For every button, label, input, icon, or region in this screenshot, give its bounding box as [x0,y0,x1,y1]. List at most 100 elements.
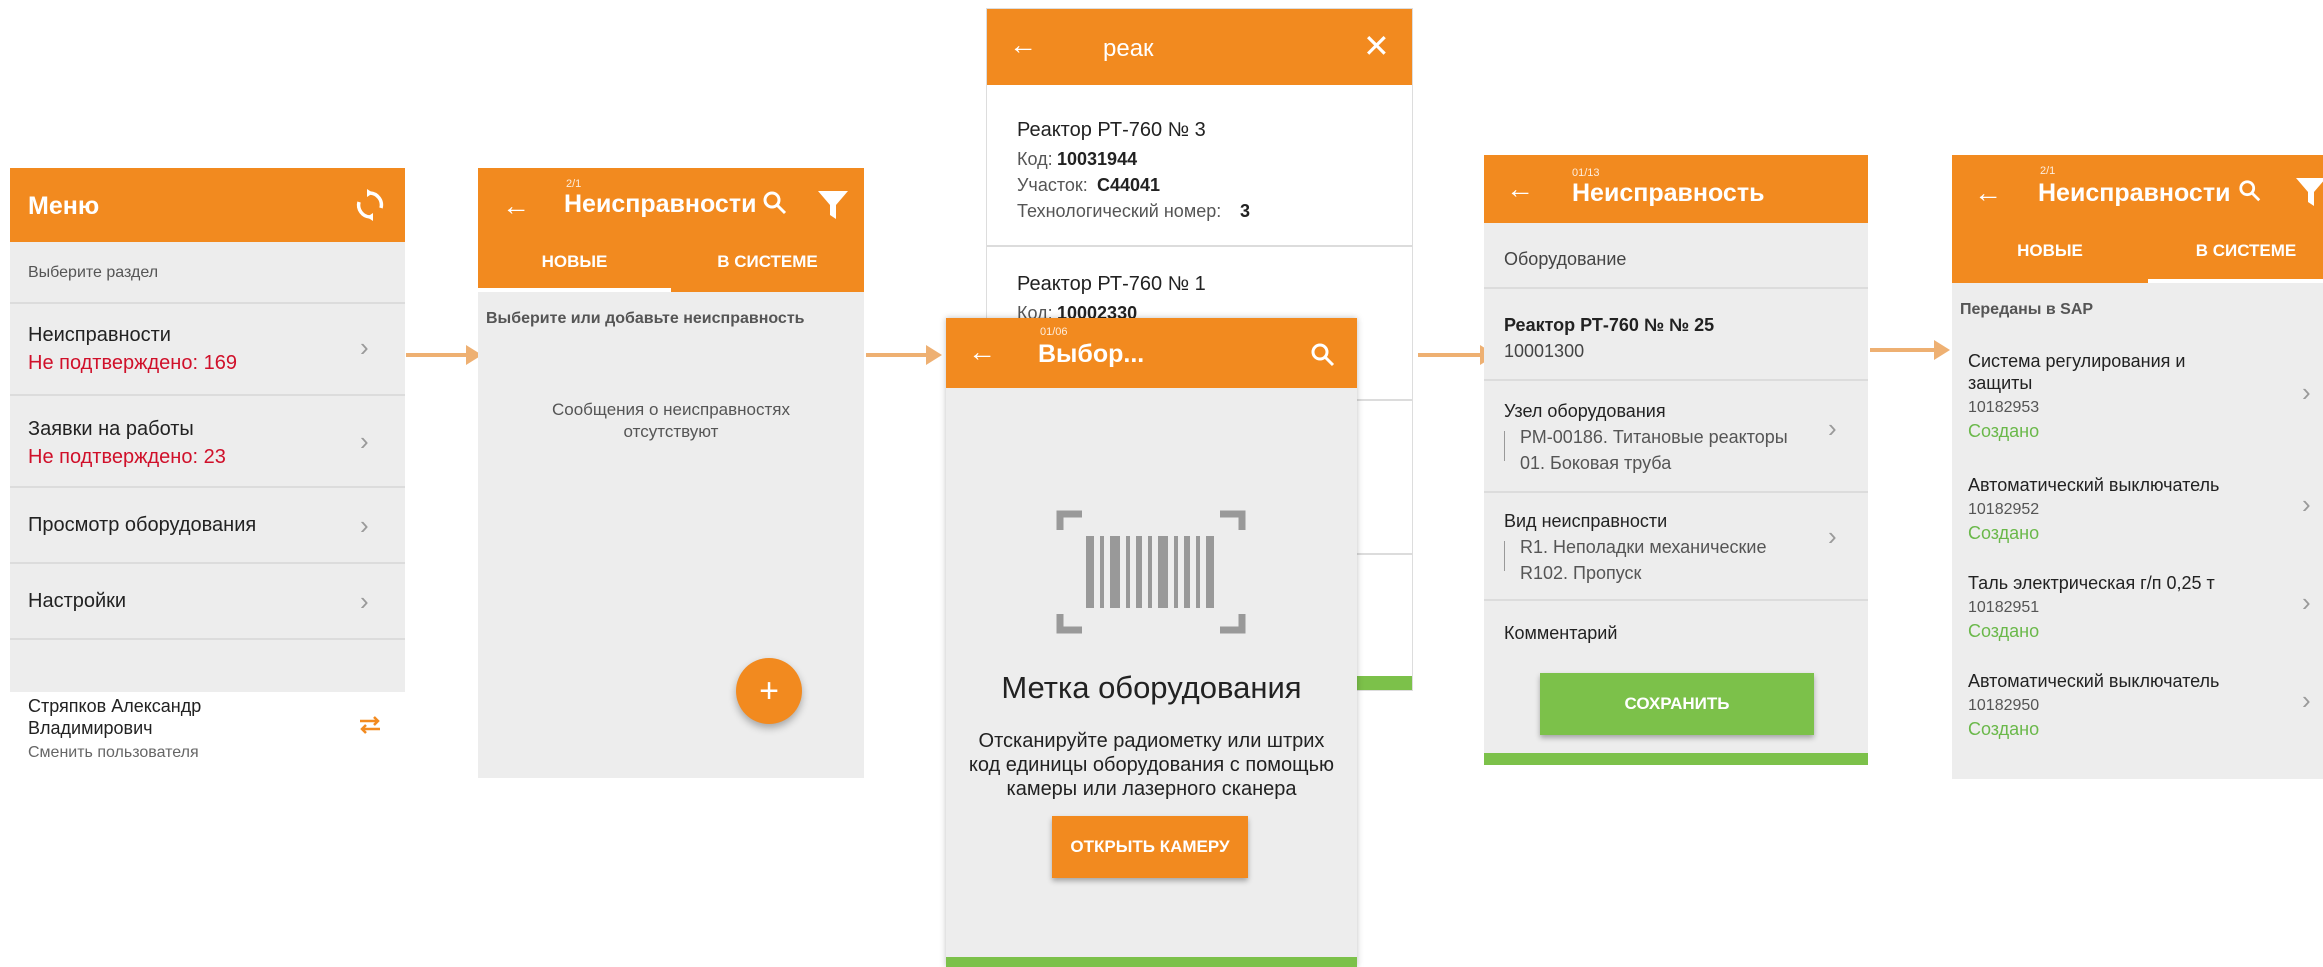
menu-item-label: Просмотр оборудования [28,514,257,536]
item-code: 10182950 [1968,697,2040,714]
equipment-tag-screen: ← 01/06 Выбор... Метка оборудования Отск… [946,318,1357,967]
faults-tabs: НОВЫЕ В СИСТЕМЕ [1952,219,2323,283]
tab-in-system[interactable]: В СИСТЕМЕ [671,232,864,292]
fault-list-item[interactable]: Автоматический выключатель 10182952 Созд… [1952,475,2323,565]
fault-path: R1. Неполадки механические [1520,537,1767,557]
tab-in-system[interactable]: В СИСТЕМЕ [2148,219,2323,283]
tag-heading: Метка оборудования [1001,670,1302,705]
fault-title: Неисправность [1572,179,1765,207]
result-code-label: Код: [1017,149,1053,169]
menu-app-bar: Меню [10,168,405,242]
empty-state-line: Сообщения о неисправностях [552,400,790,419]
item-code: 10182952 [1968,501,2040,518]
back-arrow-icon[interactable]: ← [1009,29,1037,61]
item-status: Создано [1968,719,2040,739]
node-path: 01. Боковая труба [1520,453,1672,473]
menu-item-equipment[interactable]: Просмотр оборудования › [10,488,405,564]
equipment-block: Реактор РТ-760 № № 25 10001300 [1484,289,1868,381]
search-icon[interactable] [1310,342,1336,368]
fault-detail-screen: ← 01/13 Неисправность Оборудование Реакт… [1484,155,1868,765]
search-result-item[interactable]: Реактор РТ-760 № 3 Код: 10031944 Участок… [987,85,1412,247]
result-code: 10031944 [1057,149,1138,169]
field-label: Узел оборудования [1504,401,1666,421]
comment-label[interactable]: Комментарий [1504,623,1617,644]
fault-app-bar: ← 01/13 Неисправность [1484,155,1868,223]
menu-item-label: Заявки на работы [28,418,194,440]
counter: 01/13 [1572,167,1600,179]
sync-icon[interactable] [354,188,386,222]
menu-list: Выберите раздел Неисправности Не подтвер… [10,242,405,714]
menu-item-work-orders[interactable]: Заявки на работы Не подтверждено: 23 › [10,396,405,488]
counter: 2/1 [566,178,582,190]
search-input[interactable]: реак [1103,35,1154,63]
section-label: Оборудование [1504,249,1627,269]
tab-new[interactable]: НОВЫЕ [1952,219,2148,283]
faults-title: Неисправности [564,190,757,218]
switch-user-link[interactable]: Сменить пользователя [28,744,199,762]
chevron-right-icon: › [1828,413,1837,443]
result-tech: 3 [1240,201,1251,221]
hierarchy-icon [1504,541,1510,571]
filter-icon[interactable] [816,188,850,222]
back-arrow-icon[interactable]: ← [1506,173,1534,205]
section-label: Переданы в SAP [1960,301,2094,318]
bottom-strip [1484,753,1868,765]
item-status: Создано [1968,621,2040,641]
fault-list-item[interactable]: Автоматический выключатель 10182950 Созд… [1952,671,2323,761]
fault-list-item[interactable]: Система регулирования и защиты 10182953 … [1952,351,2323,463]
flow-arrow [1870,340,1950,360]
node-path: РМ-00186. Титановые реакторы [1520,427,1788,447]
item-status: Создано [1968,421,2040,441]
chevron-right-icon: › [2302,587,2311,617]
equipment-node-field[interactable]: Узел оборудования РМ-00186. Титановые ре… [1484,381,1868,493]
tab-new[interactable]: НОВЫЕ [478,232,671,292]
tag-description: Отсканируйте радиометку или штрих [978,730,1325,752]
menu-title: Меню [28,192,100,220]
search-icon[interactable] [762,190,788,216]
tag-title: Выбор... [1038,340,1145,368]
open-camera-button[interactable]: ОТКРЫТЬ КАМЕРУ [1052,816,1248,878]
faults-title: Неисправности [2038,179,2231,207]
swap-icon[interactable] [358,716,382,734]
menu-screen: Меню Выберите раздел Неисправности Не по… [10,168,405,780]
faults-hint: Выберите или добавьте неисправность [486,310,805,327]
barcode-icon [1056,510,1246,634]
tab-indicator [478,288,671,292]
filter-icon[interactable] [2294,175,2323,209]
search-icon[interactable] [2238,179,2262,203]
back-arrow-icon[interactable]: ← [502,190,530,222]
user-panel-lower: Стряпков Александр Владимирович Сменить … [10,692,405,772]
chevron-right-icon: › [360,332,369,362]
tag-description: камеры или лазерного сканера [1006,778,1297,800]
save-button[interactable]: СОХРАНИТЬ [1540,673,1814,735]
back-arrow-icon[interactable]: ← [968,336,996,368]
close-icon[interactable]: ✕ [1363,27,1390,65]
faults-system-screen: ← 2/1 Неисправности НОВЫЕ В СИСТЕМЕ Пере… [1952,155,2323,779]
chevron-right-icon: › [2302,685,2311,715]
flow-arrow [406,345,482,365]
result-name: Реактор РТ-760 № 1 [1017,273,1206,295]
item-title: Система регулирования и [1968,351,2186,371]
hierarchy-icon [1504,431,1510,461]
fault-type-field[interactable]: Вид неисправности R1. Неполадки механиче… [1484,493,1868,601]
chevron-right-icon: › [2302,377,2311,407]
menu-item-settings[interactable]: Настройки › [10,564,405,640]
faults-tabs: НОВЫЕ В СИСТЕМЕ [478,232,864,292]
back-arrow-icon[interactable]: ← [1974,177,2002,209]
flow-arrow [866,345,942,365]
chevron-right-icon: › [2302,489,2311,519]
unconfirmed-count: Не подтверждено: 169 [28,352,237,374]
item-status: Создано [1968,523,2040,543]
add-fault-button[interactable]: + [736,658,802,724]
user-name: Стряпков Александр [28,696,202,716]
fault-list-item[interactable]: Таль электрическая г/п 0,25 т 10182951 С… [1952,573,2323,663]
tab-indicator [2148,279,2323,283]
menu-item-faults[interactable]: Неисправности Не подтверждено: 169 › [10,304,405,396]
equipment-section-header: Оборудование [1484,223,1868,289]
equipment-code: 10001300 [1504,341,1585,361]
flow-arrow [1418,345,1496,365]
chevron-right-icon: › [360,426,369,456]
search-app-bar: ← реак ✕ [987,9,1412,85]
item-title: Автоматический выключатель [1968,671,2220,691]
chevron-right-icon: › [360,510,369,540]
